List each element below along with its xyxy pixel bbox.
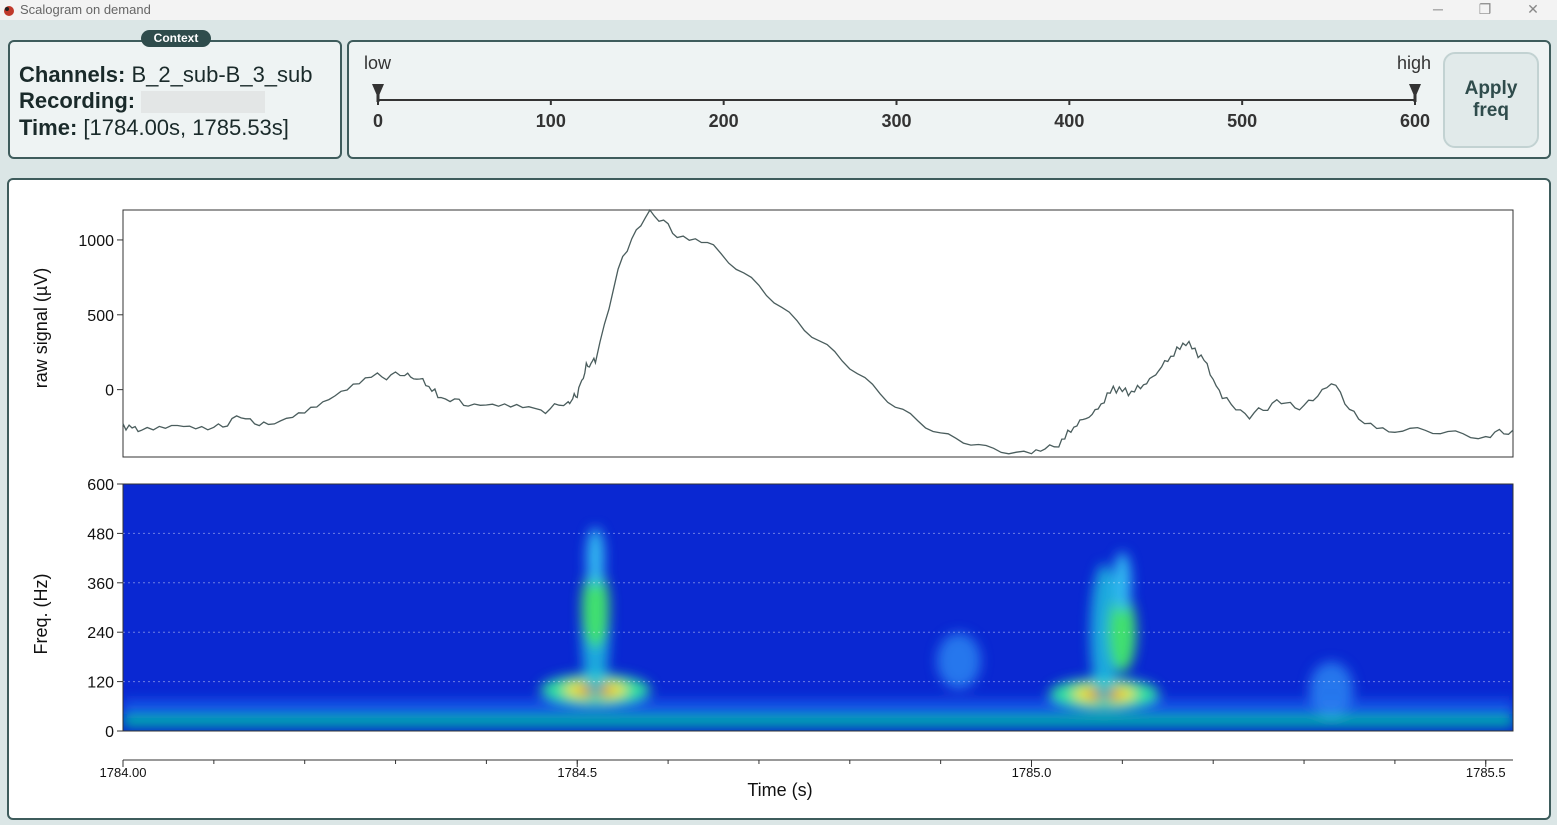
- window-title: Scalogram on demand: [20, 2, 151, 17]
- context-panel: Channels: B_2_sub-B_3_sub Recording: Tim…: [8, 40, 342, 159]
- signal-y-tick-label: 500: [87, 308, 114, 325]
- x-tick-label: 1785.0: [1012, 765, 1052, 780]
- signal-y-tick-label: 0: [105, 383, 114, 400]
- slider-tick-label: 600: [1400, 111, 1430, 131]
- x-axis: 1784.00 1784.5 1785.0 1785.5: [100, 760, 1506, 780]
- signal-plot-frame: [122, 209, 1514, 458]
- recording-redacted: [141, 91, 266, 114]
- scalogram-y-tick-label: 360: [87, 576, 114, 593]
- recording-label: Recording:: [19, 88, 136, 113]
- slider-tick-label: 0: [373, 111, 383, 131]
- scalogram-y-axis: 600 480 360 240 120 0: [87, 477, 123, 741]
- slider-ticks: 0 100 200 300 400 500 600: [373, 100, 1430, 131]
- scalogram-y-tick-label: 240: [87, 625, 114, 642]
- channels-label: Channels:: [19, 62, 126, 87]
- frequency-slider[interactable]: 0 100 200 300 400 500 600: [349, 42, 1439, 157]
- scalogram-y-tick-label: 600: [87, 477, 114, 494]
- recording-line: Recording:: [19, 88, 266, 114]
- apply-label: Apply: [1464, 78, 1518, 99]
- apply-freq-button[interactable]: Apply freq: [1443, 52, 1539, 148]
- x-tick-label: 1784.00: [100, 765, 147, 780]
- scalogram-y-label: Freq. (Hz): [31, 574, 51, 655]
- slider-tick-label: 300: [881, 111, 911, 131]
- plot-panel: 1000 500 0 raw signal (µV) 600 480 360 240 120…: [7, 178, 1551, 820]
- freq-label: freq: [1473, 100, 1509, 121]
- close-button[interactable]: ✕: [1510, 0, 1556, 20]
- time-line: Time: [1784.00s, 1785.53s]: [19, 115, 289, 141]
- slider-tick-label: 400: [1054, 111, 1084, 131]
- slider-tick-label: 500: [1227, 111, 1257, 131]
- app-icon: [4, 6, 14, 16]
- x-minor-ticks: [122, 760, 1487, 764]
- scalogram-y-tick-label: 120: [87, 675, 114, 692]
- plots-canvas: 1000 500 0 raw signal (µV) 600 480 360 240 120…: [31, 208, 1514, 800]
- x-tick-label: 1784.5: [557, 765, 597, 780]
- signal-y-axis: 1000 500 0: [78, 233, 123, 400]
- scalogram-y-tick-label: 0: [105, 724, 114, 741]
- context-badge: Context: [141, 30, 211, 47]
- title-bar: Scalogram on demand ─ ❐ ✕: [0, 0, 1557, 20]
- restore-button[interactable]: ❐: [1462, 0, 1508, 20]
- signal-y-label: raw signal (µV): [31, 268, 51, 388]
- scalogram-background: [123, 484, 1513, 731]
- channels-value: B_2_sub-B_3_sub: [131, 62, 313, 87]
- heatmap-hotspot: [936, 633, 981, 690]
- heatmap-hotspot: [1309, 661, 1354, 718]
- slider-tick-label: 100: [536, 111, 566, 131]
- channels-line: Channels: B_2_sub-B_3_sub: [19, 62, 313, 88]
- scalogram-y-tick-label: 480: [87, 526, 114, 543]
- time-label: Time:: [19, 115, 78, 140]
- signal-y-tick-label: 1000: [78, 233, 114, 250]
- slider-tick-label: 200: [709, 111, 739, 131]
- x-axis-label: Time (s): [747, 780, 812, 800]
- x-tick-label: 1785.5: [1466, 765, 1506, 780]
- time-value: [1784.00s, 1785.53s]: [83, 115, 289, 140]
- frequency-panel: low high 0 100 200 300 400 500 600 Apply freq: [347, 40, 1551, 159]
- minimize-button[interactable]: ─: [1415, 0, 1461, 20]
